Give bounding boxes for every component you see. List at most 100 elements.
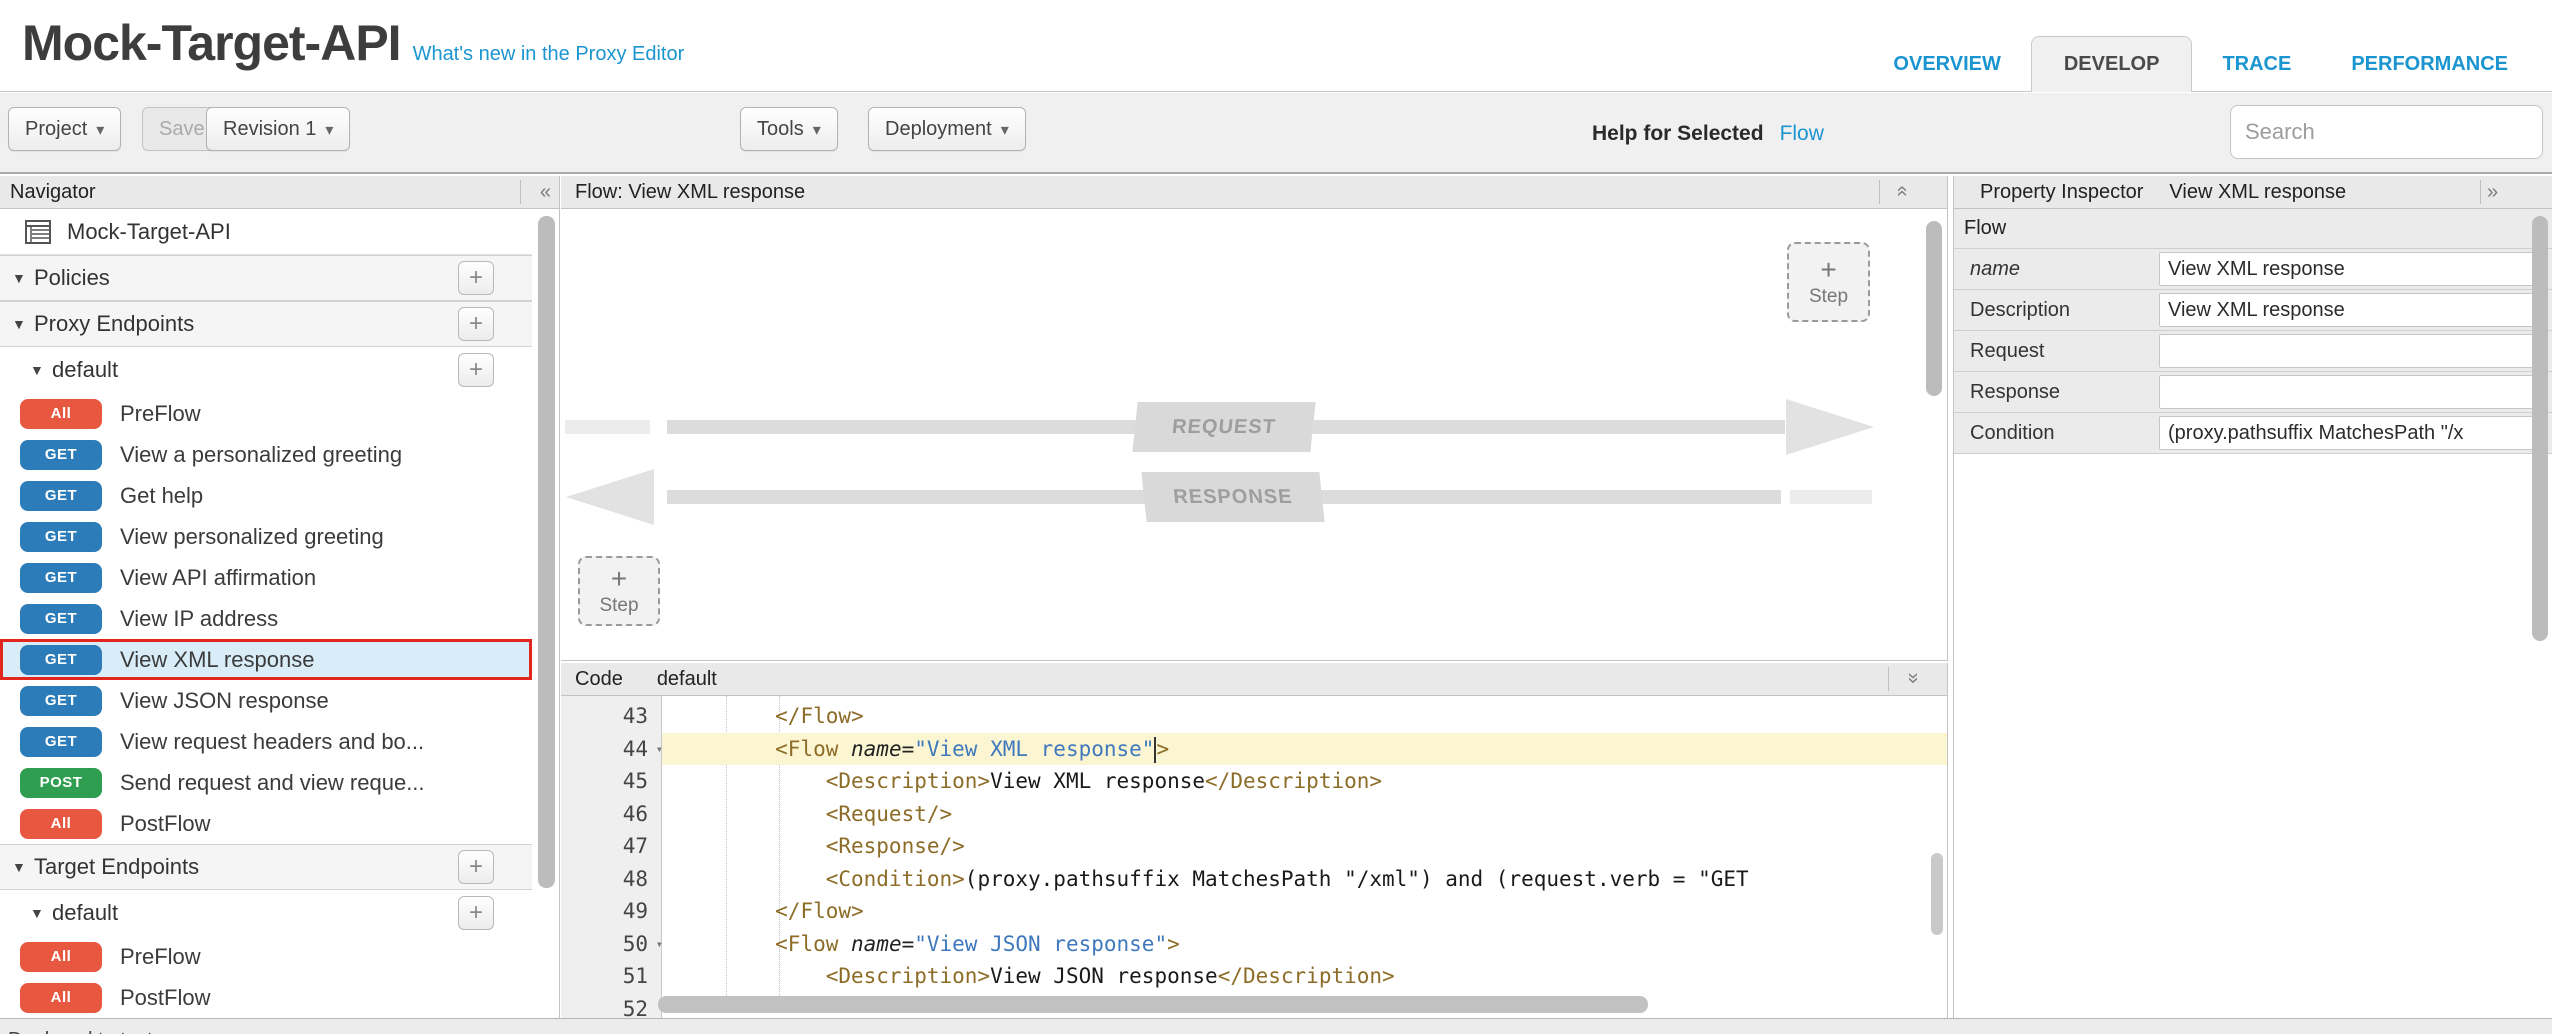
- collapse-left-icon[interactable]: «: [540, 182, 551, 202]
- revision-dropdown[interactable]: Revision 1: [206, 107, 350, 151]
- code-panel-title: Code: [561, 668, 623, 691]
- navigator-title: Navigator: [0, 181, 96, 204]
- flow-item-preflow[interactable]: AllPreFlow: [0, 393, 532, 434]
- expand-caret-icon[interactable]: ▼: [12, 270, 34, 286]
- method-badge: GET: [20, 563, 102, 593]
- property-inspector-subtitle: View XML response: [2169, 181, 2346, 204]
- method-badge: All: [20, 983, 102, 1013]
- property-label: Condition: [1954, 413, 2159, 453]
- flow-item-postflow[interactable]: AllPostFlow: [0, 803, 532, 844]
- code-line[interactable]: <Description>View XML response</Descript…: [662, 765, 1947, 798]
- expand-caret-icon[interactable]: ▼: [30, 905, 52, 921]
- expand-caret-icon[interactable]: ▼: [12, 316, 34, 332]
- help-for-selected-label: Help for Selected: [1592, 122, 1764, 146]
- navigator-section-policies[interactable]: ▼Policies+: [0, 255, 532, 301]
- flow-item-view-api-affirmation[interactable]: GETView API affirmation: [0, 557, 532, 598]
- property-inspector-title: Property Inspector: [1954, 181, 2143, 204]
- deployment-status: Deployed to test: [8, 1029, 2552, 1034]
- add-step-button[interactable]: + Step: [578, 556, 660, 626]
- add-button[interactable]: +: [458, 307, 494, 341]
- property-value-field[interactable]: View XML response: [2159, 252, 2546, 286]
- navigator-tree: Mock-Target-API▼Policies+▼Proxy Endpoint…: [0, 209, 559, 1018]
- line-number: 44▾: [561, 733, 662, 766]
- response-pipe-stub: [1790, 490, 1872, 504]
- navigator-scrollbar[interactable]: [538, 216, 555, 888]
- property-value-field[interactable]: View XML response: [2159, 293, 2546, 327]
- method-badge: All: [20, 942, 102, 972]
- code-line[interactable]: <Flow name="View JSON response">: [662, 928, 1947, 961]
- expand-right-icon[interactable]: »: [2487, 182, 2498, 202]
- code-line[interactable]: <Flow name="View XML response">: [662, 733, 1947, 766]
- flow-item-view-request-headers-and-bo[interactable]: GETView request headers and bo...: [0, 721, 532, 762]
- navigator-root-item[interactable]: Mock-Target-API: [0, 209, 532, 255]
- code-line[interactable]: </Flow>: [662, 895, 1947, 928]
- tab-performance[interactable]: PERFORMANCE: [2321, 37, 2538, 92]
- chevron-down-icon: [813, 118, 821, 141]
- property-row: name View XML response: [1954, 249, 2552, 290]
- tools-dropdown[interactable]: Tools: [740, 107, 838, 151]
- property-value-field[interactable]: [2159, 334, 2546, 368]
- navigator-section-default[interactable]: ▼default+: [0, 890, 532, 936]
- inspector-scrollbar[interactable]: [2532, 216, 2548, 641]
- property-value-field[interactable]: [2159, 375, 2546, 409]
- flow-scrollbar[interactable]: [1926, 221, 1942, 396]
- property-label: Description: [1954, 290, 2159, 330]
- navigator-panel: Navigator « Mock-Target-API▼Policies+▼Pr…: [0, 176, 560, 1018]
- code-line[interactable]: <Condition>(proxy.pathsuffix MatchesPath…: [662, 863, 1947, 896]
- help-flow-link[interactable]: Flow: [1780, 122, 1824, 146]
- tab-overview[interactable]: OVERVIEW: [1863, 37, 2030, 92]
- code-horizontal-scrollbar[interactable]: [658, 996, 1648, 1013]
- search-input[interactable]: [2230, 105, 2543, 159]
- deployment-dropdown[interactable]: Deployment: [868, 107, 1026, 151]
- proxy-document-icon: [25, 220, 51, 244]
- line-number: 52: [561, 993, 662, 1019]
- add-button[interactable]: +: [458, 353, 494, 387]
- chevron-down-icon: [1001, 118, 1009, 141]
- request-pipe-stub: [565, 420, 650, 434]
- flow-item-preflow[interactable]: AllPreFlow: [0, 936, 532, 977]
- code-panel: Code default » 4344▾454647484950▾5152 </…: [561, 663, 1948, 1018]
- method-badge: GET: [20, 481, 102, 511]
- flow-item-send-request-and-view-reque[interactable]: POSTSend request and view reque...: [0, 762, 532, 803]
- whats-new-link[interactable]: What's new in the Proxy Editor: [413, 43, 685, 66]
- method-badge: POST: [20, 768, 102, 798]
- code-line[interactable]: <Response/>: [662, 830, 1947, 863]
- property-row: Response: [1954, 372, 2552, 413]
- code-editor[interactable]: 4344▾454647484950▾5152 </Flow> <Flow nam…: [561, 696, 1947, 1018]
- code-line[interactable]: <Description>View JSON response</Descrip…: [662, 960, 1947, 993]
- flow-item-view-a-personalized-greeting[interactable]: GETView a personalized greeting: [0, 434, 532, 475]
- code-line[interactable]: <Request/>: [662, 798, 1947, 831]
- request-arrowhead-icon: [1786, 399, 1874, 455]
- property-row: Description View XML response: [1954, 290, 2552, 331]
- add-button[interactable]: +: [458, 896, 494, 930]
- navigator-section-target-endpoints[interactable]: ▼Target Endpoints+: [0, 844, 532, 890]
- code-vertical-scrollbar[interactable]: [1931, 853, 1943, 935]
- line-number: 48: [561, 863, 662, 896]
- method-badge: GET: [20, 645, 102, 675]
- expand-caret-icon[interactable]: ▼: [12, 859, 34, 875]
- flow-item-postflow[interactable]: AllPostFlow: [0, 977, 532, 1018]
- flow-item-view-ip-address[interactable]: GETView IP address: [0, 598, 532, 639]
- code-line[interactable]: </Flow>: [662, 700, 1947, 733]
- property-value-field[interactable]: (proxy.pathsuffix MatchesPath "/x: [2159, 416, 2546, 450]
- flow-item-get-help[interactable]: GETGet help: [0, 475, 532, 516]
- tab-develop[interactable]: DEVELOP: [2031, 36, 2193, 92]
- expand-caret-icon[interactable]: ▼: [30, 362, 52, 378]
- collapse-down-icon[interactable]: »: [1904, 672, 1924, 683]
- flow-item-view-json-response[interactable]: GETView JSON response: [0, 680, 532, 721]
- tab-trace[interactable]: TRACE: [2192, 37, 2321, 92]
- flow-item-view-personalized-greeting[interactable]: GETView personalized greeting: [0, 516, 532, 557]
- collapse-up-icon[interactable]: «: [1893, 185, 1913, 196]
- method-badge: All: [20, 399, 102, 429]
- add-button[interactable]: +: [458, 850, 494, 884]
- flow-panel: Flow: View XML response « + Step REQUEST…: [561, 176, 1948, 661]
- property-label: name: [1954, 249, 2159, 289]
- add-step-button[interactable]: + Step: [1787, 242, 1870, 322]
- navigator-section-default[interactable]: ▼default+: [0, 347, 532, 393]
- add-button[interactable]: +: [458, 261, 494, 295]
- project-dropdown[interactable]: Project: [8, 107, 121, 151]
- navigator-section-proxy-endpoints[interactable]: ▼Proxy Endpoints+: [0, 301, 532, 347]
- flow-item-view-xml-response[interactable]: GETView XML response: [0, 639, 532, 680]
- line-number: 50▾: [561, 928, 662, 961]
- line-number: 45: [561, 765, 662, 798]
